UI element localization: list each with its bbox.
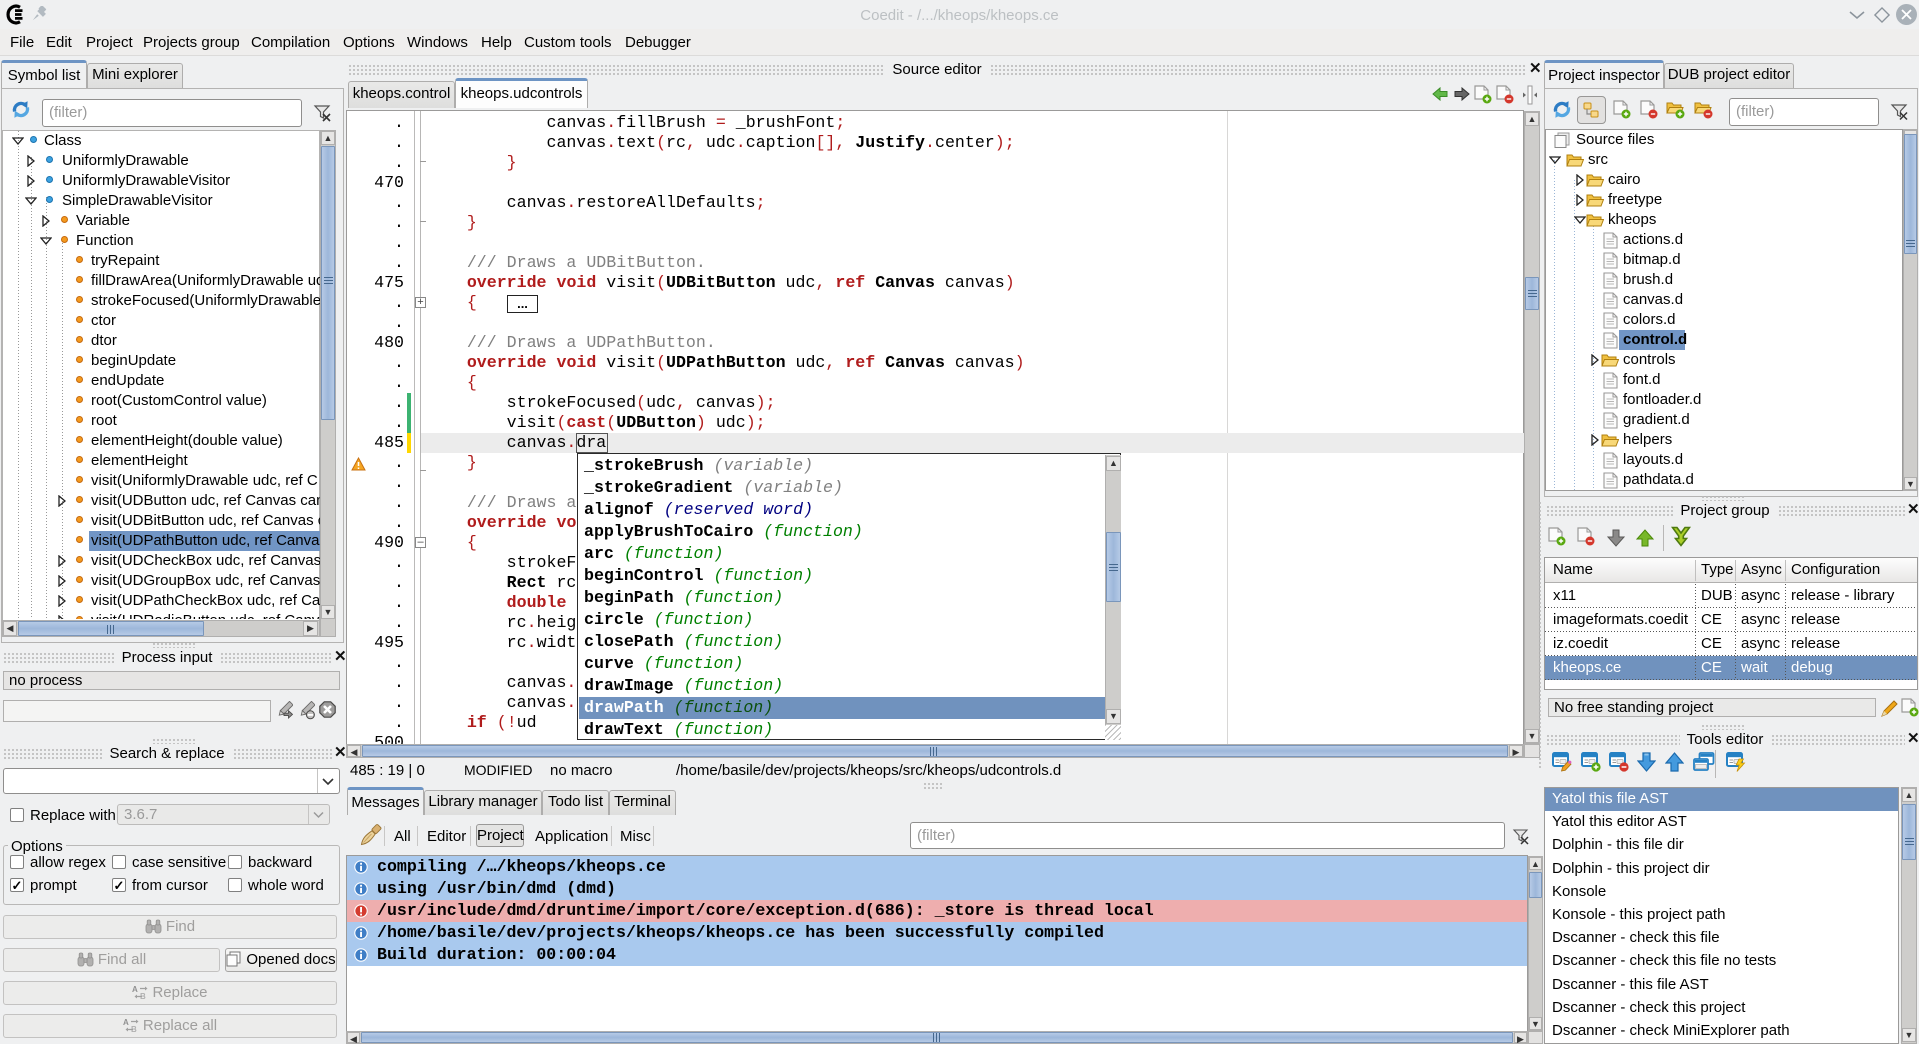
svg-text:A: A <box>123 1018 129 1027</box>
svg-text:A: A <box>132 985 138 994</box>
